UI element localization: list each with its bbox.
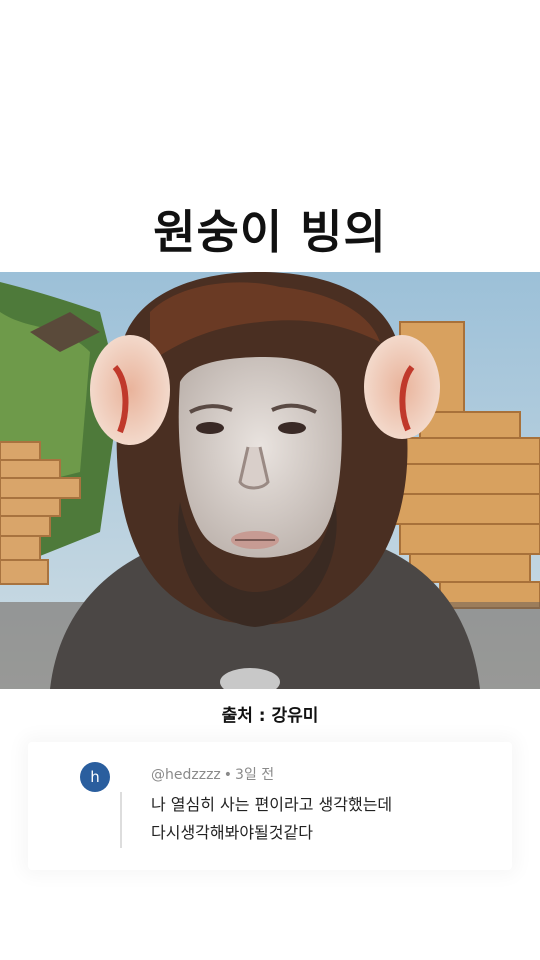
comment-meta: @hedzzzz • 3일 전: [151, 764, 274, 784]
avatar[interactable]: h: [80, 762, 110, 792]
monkey-costume-photo: [0, 272, 540, 689]
comment-line-2: 다시생각해봐야될것같다: [151, 823, 313, 842]
video-title: 원숭이 빙의: [153, 205, 387, 259]
comment-text: 나 열심히 사는 편이라고 생각했는데 다시생각해봐야될것같다: [151, 791, 392, 847]
thread-line: [120, 792, 122, 848]
comment-username[interactable]: @hedzzzz: [151, 767, 221, 783]
comment-line-1: 나 열심히 사는 편이라고 생각했는데: [151, 795, 393, 814]
video-frame-image: [0, 272, 540, 689]
source-credit: 출처 : 강유미: [221, 706, 319, 726]
meta-separator: •: [223, 767, 233, 783]
comment-time: 3일 전: [235, 767, 275, 783]
